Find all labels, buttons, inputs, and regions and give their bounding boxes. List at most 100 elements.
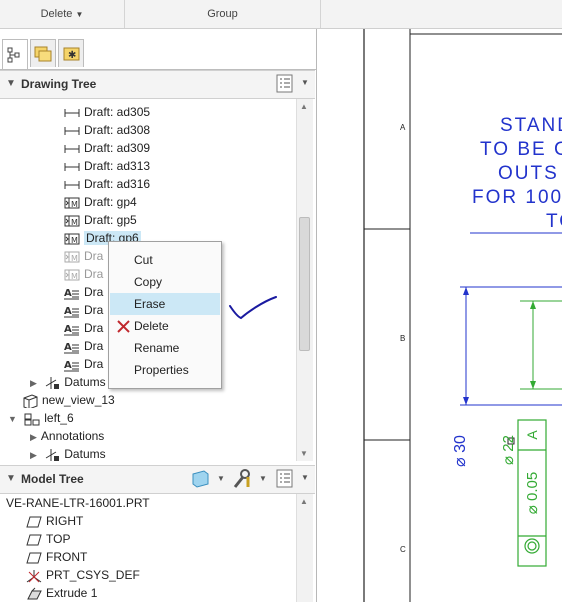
note-line[interactable]: FOR 100 [472, 187, 562, 209]
note-icon: A [64, 306, 79, 318]
tree-item-ad308[interactable]: Draft: ad308 [64, 121, 150, 139]
model-tree-scrollbar[interactable]: ▲ [296, 494, 313, 602]
tree-settings-icon[interactable] [276, 469, 294, 492]
note-line[interactable]: OUTS [498, 163, 559, 185]
svg-text:A: A [64, 324, 72, 335]
delete-group-label: Delete [40, 8, 73, 20]
tree-item-left-view[interactable]: ▼ left_6 [8, 409, 74, 427]
show-model-icon[interactable] [190, 470, 210, 491]
extrude-icon [27, 587, 42, 600]
tree-item-note[interactable]: A Dra [64, 301, 103, 319]
dropdown-arrow-icon[interactable]: ▼ [259, 474, 267, 483]
note-line[interactable]: TO BE C [480, 139, 562, 161]
note-line[interactable]: STAND [500, 115, 562, 137]
model-item-right[interactable]: RIGHT [26, 512, 83, 530]
svg-text:M: M [71, 272, 78, 281]
dimension-icon [64, 108, 80, 117]
tree-item-ad313[interactable]: Draft: ad313 [64, 157, 150, 175]
tree-item-annotations[interactable]: ▶ Annotations [30, 427, 104, 445]
tree-item-gp5[interactable]: M Draft: gp5 [64, 211, 137, 229]
collapse-arrow-icon[interactable]: ▼ [6, 473, 16, 484]
svg-text:A: A [64, 360, 72, 371]
svg-text:M: M [71, 218, 78, 227]
dimension-icon [64, 144, 80, 153]
diameter-dimension-30[interactable]: ⌀ 30 [450, 421, 470, 481]
menu-item-rename[interactable]: Rename [110, 337, 220, 359]
menu-item-copy[interactable]: Copy [110, 271, 220, 293]
datum-axes-icon [46, 448, 60, 461]
tree-item-ad305[interactable]: Draft: ad305 [64, 103, 150, 121]
navigator-tabs: ✱ [0, 39, 316, 70]
tree-item-note[interactable]: A Dra [64, 355, 103, 373]
datum-plane-icon [26, 516, 42, 528]
datum-plane-icon [26, 534, 42, 546]
note-icon: A [64, 324, 79, 336]
dimension-icon [64, 180, 80, 189]
model-item-front[interactable]: FRONT [26, 548, 87, 566]
tree-structure-icon [7, 47, 20, 63]
model-item-extrude[interactable]: Extrude 1 [26, 584, 97, 602]
menu-item-properties[interactable]: Properties [110, 359, 220, 381]
expand-arrow-icon[interactable]: ▶ [30, 450, 37, 460]
folder-browser-icon [34, 46, 52, 62]
scroll-up-arrow-icon[interactable]: ▲ [300, 102, 308, 111]
drawing-tree-header[interactable]: ▼ Drawing Tree ▼ [0, 70, 315, 99]
dropdown-arrow-icon[interactable]: ▼ [217, 474, 225, 483]
ribbon-separator [320, 0, 321, 28]
model-tree-title: Model Tree [21, 472, 84, 486]
menu-item-erase[interactable]: Erase [110, 293, 220, 315]
menu-item-delete[interactable]: Delete [110, 315, 220, 337]
drawing-canvas[interactable]: A B C STAND TO BE C OUTS FOR 100 TO ⌀ 30… [320, 29, 562, 602]
dropdown-arrow-icon[interactable]: ▼ [301, 473, 309, 482]
collapse-arrow-icon[interactable]: ▼ [8, 414, 17, 424]
drawing-tree-title: Drawing Tree [21, 77, 97, 91]
tab-folder-browser[interactable] [30, 39, 56, 67]
note-line[interactable]: TO [546, 211, 562, 233]
geometric-tolerance-icon: M [64, 269, 80, 281]
dropdown-arrow-icon[interactable]: ▼ [301, 78, 309, 87]
tools-icon[interactable] [232, 469, 254, 492]
view-icon [24, 413, 40, 426]
scroll-up-arrow-icon[interactable]: ▲ [300, 497, 308, 506]
tree-item-note[interactable]: A Dra [64, 319, 103, 337]
model-item-csys[interactable]: PRT_CSYS_DEF [26, 566, 140, 584]
dropdown-arrow-icon: ▼ [75, 10, 84, 19]
tree-item-note[interactable]: A Dra [64, 283, 103, 301]
group-group-label: Group [207, 8, 238, 20]
expand-arrow-icon[interactable]: ▶ [30, 378, 37, 388]
tree-settings-icon[interactable] [276, 74, 294, 97]
tab-tree[interactable] [2, 39, 28, 69]
scroll-down-arrow-icon[interactable]: ▼ [300, 449, 308, 458]
diameter-dimension-22[interactable]: ⌀ 22 [499, 420, 517, 480]
tree-item-datums[interactable]: ▶ Datums [30, 373, 106, 391]
collapse-arrow-icon[interactable]: ▼ [6, 78, 16, 89]
svg-text:A: A [64, 342, 72, 353]
tree-item-gtol-dimmed[interactable]: M Dra [64, 247, 103, 265]
model-tree-root[interactable]: VE-RANE-LTR-16001.PRT [6, 494, 150, 512]
tree-item-note[interactable]: A Dra [64, 337, 103, 355]
tree-item-gtol-dimmed[interactable]: M Dra [64, 265, 103, 283]
expand-arrow-icon[interactable]: ▶ [30, 432, 37, 442]
ribbon-group-bar: Delete ▼ Group [0, 0, 562, 29]
tree-item-view[interactable]: new_view_13 [22, 391, 115, 409]
tree-item-datums[interactable]: ▶ Datums [30, 445, 106, 463]
drawing-tree-scrollbar[interactable]: ▲ ▼ [296, 99, 313, 461]
dimension-icon [64, 162, 80, 171]
menu-item-cut[interactable]: Cut [110, 249, 220, 271]
csys-icon [26, 569, 42, 583]
tab-favorites[interactable]: ✱ [58, 39, 84, 67]
scrollbar-thumb[interactable] [299, 217, 310, 351]
datum-axes-icon [46, 376, 60, 389]
delete-group-button[interactable]: Delete ▼ [0, 0, 124, 28]
tree-item-ad316[interactable]: Draft: ad316 [64, 175, 150, 193]
model-tree-header[interactable]: ▼ Model Tree ▼ ▼ ▼ [0, 465, 315, 494]
svg-text:M: M [71, 200, 78, 209]
zone-label: C [400, 545, 406, 554]
model-item-top[interactable]: TOP [26, 530, 70, 548]
note-icon: A [64, 342, 79, 354]
tolerance-value[interactable]: ⌀ 0.05 [523, 453, 541, 533]
tree-item-gp4[interactable]: M Draft: gp4 [64, 193, 137, 211]
datum-plane-icon [26, 552, 42, 564]
svg-text:M: M [71, 236, 78, 245]
tree-item-ad309[interactable]: Draft: ad309 [64, 139, 150, 157]
